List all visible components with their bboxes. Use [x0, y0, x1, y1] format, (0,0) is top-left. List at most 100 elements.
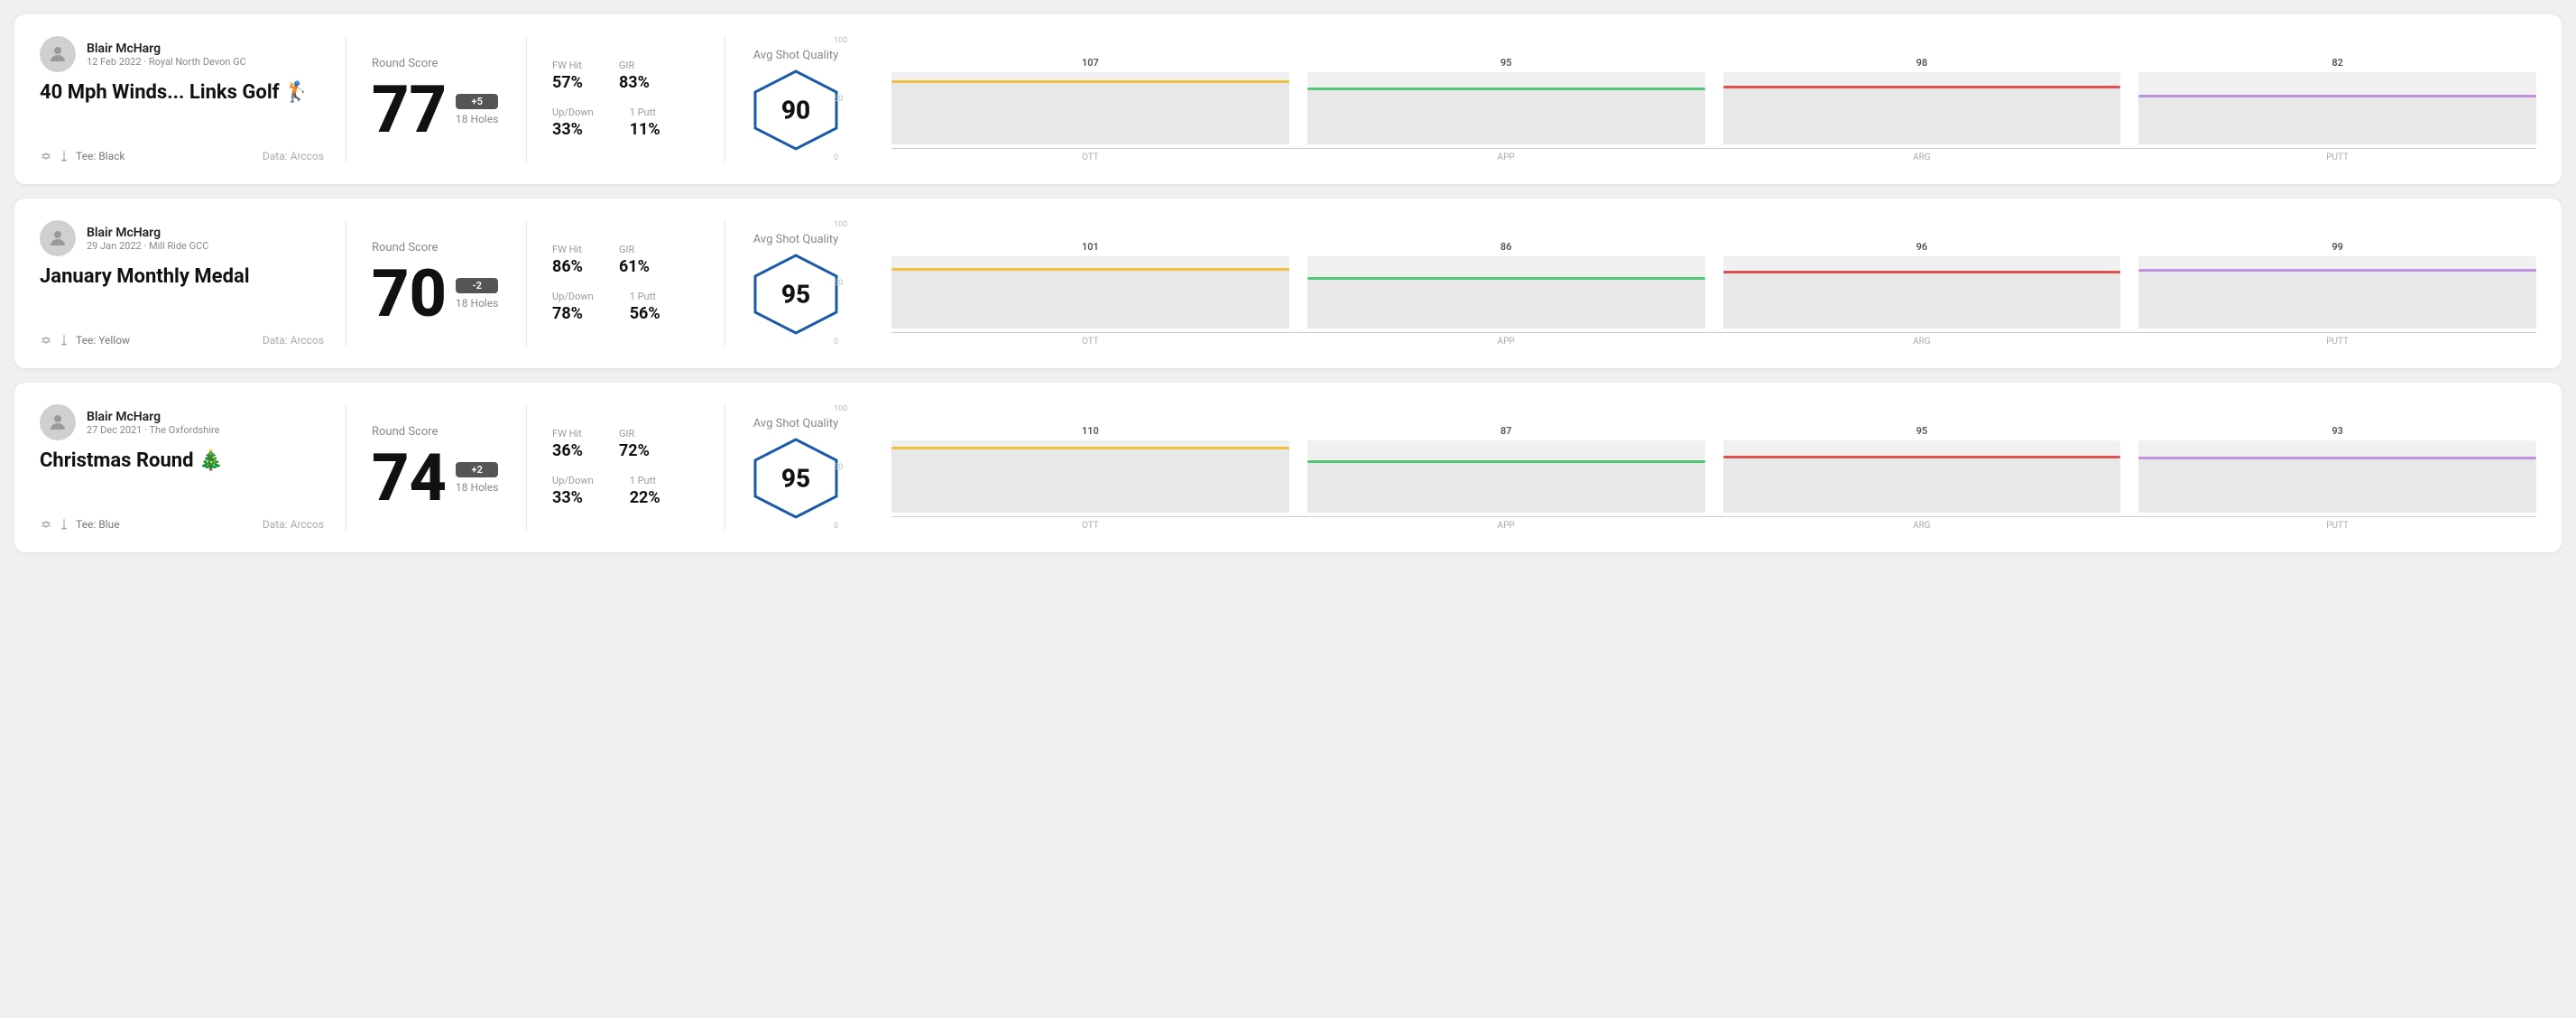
- fw-hit-stat: FW Hit 36%: [552, 428, 583, 460]
- hex-score: 95: [781, 279, 810, 309]
- weather-icon: [40, 334, 52, 347]
- tee-info: Tee: Black: [40, 150, 125, 162]
- up-down-stat: Up/Down 33%: [552, 106, 594, 139]
- score-display: 77 +5 18 Holes: [372, 78, 501, 143]
- one-putt-stat: 1 Putt 56%: [630, 291, 660, 323]
- gir-stat: GIR 72%: [619, 428, 650, 460]
- bar-group-app: 87: [1307, 425, 1705, 513]
- one-putt-stat: 1 Putt 11%: [630, 106, 660, 139]
- fw-hit-stat: FW Hit 86%: [552, 244, 583, 276]
- hexagon: 95: [751, 438, 841, 519]
- score-badge: +2: [456, 462, 498, 477]
- player-name: Blair McHarg: [87, 42, 246, 56]
- avatar: [40, 220, 76, 256]
- gir-stat: GIR 61%: [619, 244, 650, 276]
- round-title: Christmas Round 🎄: [40, 449, 324, 473]
- round-card-round-2: Blair McHarg 29 Jan 2022 · Mill Ride GCC…: [14, 199, 2562, 368]
- weather-icon: [40, 150, 52, 162]
- rounds-container: Blair McHarg 12 Feb 2022 · Royal North D…: [14, 14, 2562, 552]
- avatar: [40, 36, 76, 72]
- bar-group-ott: 110: [891, 425, 1289, 513]
- quality-label: Avg Shot Quality: [753, 417, 839, 430]
- score-holes: 18 Holes: [456, 481, 498, 494]
- score-number: 70: [372, 262, 447, 327]
- fw-hit-stat: FW Hit 57%: [552, 60, 583, 92]
- golf-icon: [58, 518, 70, 531]
- avatar: [40, 404, 76, 440]
- bar-group-ott: 107: [891, 57, 1289, 144]
- tee-info: Tee: Blue: [40, 518, 120, 531]
- up-down-stat: Up/Down 33%: [552, 475, 594, 507]
- tee-label: Tee: Black: [76, 150, 125, 162]
- score-badge: -2: [456, 278, 498, 293]
- round-title: 40 Mph Winds... Links Golf 🏌: [40, 81, 324, 105]
- one-putt-stat: 1 Putt 22%: [630, 475, 660, 507]
- score-holes: 18 Holes: [456, 113, 498, 125]
- bar-group-arg: 98: [1723, 57, 2121, 144]
- hex-score: 95: [781, 463, 810, 493]
- bar-group-app: 95: [1307, 57, 1705, 144]
- bar-group-putt: 99: [2138, 241, 2536, 329]
- round-score-label: Round Score: [372, 425, 501, 439]
- round-card-round-1: Blair McHarg 12 Feb 2022 · Royal North D…: [14, 14, 2562, 184]
- hexagon: 95: [751, 254, 841, 335]
- player-name: Blair McHarg: [87, 410, 219, 424]
- hex-score: 90: [781, 95, 810, 125]
- player-header: Blair McHarg 12 Feb 2022 · Royal North D…: [40, 36, 324, 72]
- score-display: 70 -2 18 Holes: [372, 262, 501, 327]
- card-score: Round Score 74 +2 18 Holes: [346, 404, 527, 531]
- gir-stat: GIR 83%: [619, 60, 650, 92]
- score-display: 74 +2 18 Holes: [372, 446, 501, 511]
- card-footer: Tee: Black Data: Arccos: [40, 150, 324, 162]
- card-stats: FW Hit 57% GIR 83% Up/Down 33% 1 Putt 11…: [527, 36, 725, 162]
- score-number: 74: [372, 446, 447, 511]
- user-icon: [47, 227, 69, 249]
- round-title: January Monthly Medal: [40, 265, 324, 289]
- card-quality: Avg Shot Quality 95 100 50 0 101: [725, 220, 2536, 347]
- player-meta: 12 Feb 2022 · Royal North Devon GC: [87, 56, 246, 68]
- tee-label: Tee: Blue: [76, 518, 120, 531]
- card-quality: Avg Shot Quality 90 100 50 0 107: [725, 36, 2536, 162]
- hexagon: 90: [751, 69, 841, 151]
- bar-chart: 100 50 0 107 95: [863, 36, 2536, 162]
- bar-group-putt: 93: [2138, 425, 2536, 513]
- bar-group-putt: 82: [2138, 57, 2536, 144]
- player-header: Blair McHarg 27 Dec 2021 · The Oxfordshi…: [40, 404, 324, 440]
- weather-icon: [40, 518, 52, 531]
- bar-group-app: 86: [1307, 241, 1705, 329]
- score-holes: 18 Holes: [456, 297, 498, 310]
- bar-chart: 100 50 0 101 86: [863, 220, 2536, 347]
- card-stats: FW Hit 36% GIR 72% Up/Down 33% 1 Putt 22…: [527, 404, 725, 531]
- card-stats: FW Hit 86% GIR 61% Up/Down 78% 1 Putt 56…: [527, 220, 725, 347]
- bar-chart: 100 50 0 110 87: [863, 404, 2536, 531]
- card-left: Blair McHarg 27 Dec 2021 · The Oxfordshi…: [40, 404, 346, 531]
- golf-icon: [58, 334, 70, 347]
- player-meta: 27 Dec 2021 · The Oxfordshire: [87, 424, 219, 436]
- round-score-label: Round Score: [372, 57, 501, 70]
- card-left: Blair McHarg 29 Jan 2022 · Mill Ride GCC…: [40, 220, 346, 347]
- tee-label: Tee: Yellow: [76, 334, 130, 347]
- bar-group-arg: 96: [1723, 241, 2121, 329]
- round-score-label: Round Score: [372, 241, 501, 255]
- bar-group-ott: 101: [891, 241, 1289, 329]
- player-header: Blair McHarg 29 Jan 2022 · Mill Ride GCC: [40, 220, 324, 256]
- card-score: Round Score 70 -2 18 Holes: [346, 220, 527, 347]
- score-badge: +5: [456, 94, 498, 109]
- player-meta: 29 Jan 2022 · Mill Ride GCC: [87, 240, 208, 252]
- player-name: Blair McHarg: [87, 226, 208, 240]
- user-icon: [47, 412, 69, 433]
- card-score: Round Score 77 +5 18 Holes: [346, 36, 527, 162]
- round-card-round-3: Blair McHarg 27 Dec 2021 · The Oxfordshi…: [14, 383, 2562, 552]
- card-left: Blair McHarg 12 Feb 2022 · Royal North D…: [40, 36, 346, 162]
- quality-label: Avg Shot Quality: [753, 49, 839, 62]
- user-icon: [47, 43, 69, 65]
- golf-icon: [58, 150, 70, 162]
- tee-info: Tee: Yellow: [40, 334, 130, 347]
- bar-group-arg: 95: [1723, 425, 2121, 513]
- data-source: Data: Arccos: [263, 150, 324, 162]
- card-footer: Tee: Blue Data: Arccos: [40, 518, 324, 531]
- up-down-stat: Up/Down 78%: [552, 291, 594, 323]
- card-quality: Avg Shot Quality 95 100 50 0 110: [725, 404, 2536, 531]
- card-footer: Tee: Yellow Data: Arccos: [40, 334, 324, 347]
- data-source: Data: Arccos: [263, 518, 324, 531]
